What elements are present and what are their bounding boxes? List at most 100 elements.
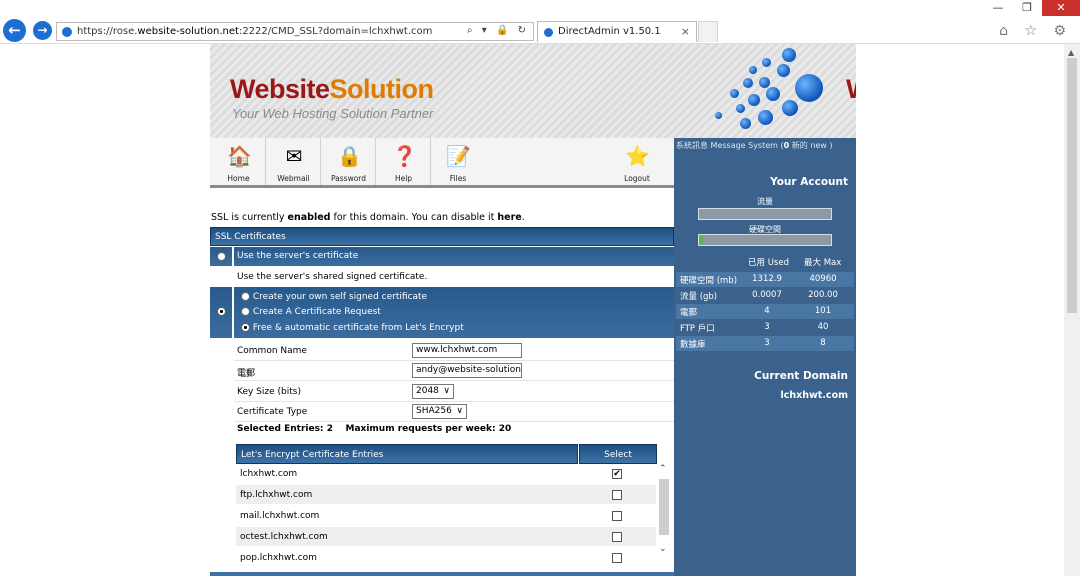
restore-button[interactable]: ❐ <box>1013 0 1041 16</box>
nav-webmail[interactable]: ✉ Webmail <box>267 138 321 185</box>
close-window-button[interactable]: ✕ <box>1042 0 1080 16</box>
table-row: mail.lchxhwt.com <box>236 506 656 526</box>
bubble-decoration <box>743 78 753 88</box>
self-signed-radio[interactable] <box>241 292 250 301</box>
padlock-icon: 🔒 <box>337 144 362 168</box>
tab-directadmin[interactable]: DirectAdmin v1.50.1 × <box>537 21 697 42</box>
forward-button[interactable]: → <box>33 21 52 40</box>
entry-checkbox[interactable] <box>612 490 622 500</box>
page-scrollbar[interactable]: ▲ <box>1064 44 1080 576</box>
server-cert-label: Use the server's certificate <box>237 251 359 261</box>
ssl-status-text: SSL is currently enabled for this domain… <box>211 212 525 223</box>
max-column-header: 最大 Max <box>804 258 842 268</box>
nav-help[interactable]: ❓ Help <box>377 138 431 185</box>
logo-repeat: W <box>846 74 856 105</box>
used-column-header: 已用 Used <box>748 258 789 268</box>
email-label: 電郵 <box>237 369 256 379</box>
tab-close-icon[interactable]: × <box>681 25 690 38</box>
table-row: ftp.lchxhwt.com <box>236 485 656 505</box>
envelope-icon: ✉ <box>285 144 303 168</box>
entries-scrollbar[interactable]: ⌃ ⌄ <box>656 464 672 576</box>
current-domain-heading: Current Domain <box>754 370 848 382</box>
server-cert-option-row: Use the server's certificate <box>210 247 674 266</box>
back-button[interactable]: ← <box>3 19 26 42</box>
certtype-label: Certificate Type <box>237 407 308 417</box>
nav-home[interactable]: 🏠 Home <box>212 138 266 185</box>
entry-checkbox[interactable] <box>612 553 622 563</box>
entry-checkbox[interactable]: ✔ <box>612 469 622 479</box>
chevron-down-icon[interactable]: ⌄ <box>659 544 667 554</box>
letsencrypt-entries-table: Let's Encrypt Certificate Entries Select… <box>236 444 672 576</box>
tab-title: DirectAdmin v1.50.1 <box>558 26 661 37</box>
keysize-select[interactable]: 2048 <box>412 384 454 399</box>
bubble-decoration <box>715 112 722 119</box>
cert-request-option[interactable]: Create A Certificate Request <box>241 307 381 317</box>
table-row: lchxhwt.com ✔ <box>236 464 656 484</box>
server-cert-desc: Use the server's shared signed certifica… <box>237 272 428 282</box>
scroll-up-icon[interactable]: ▲ <box>1068 48 1074 57</box>
letsencrypt-option[interactable]: Free & automatic certificate from Let's … <box>241 323 464 333</box>
directadmin-page: WebsiteSolution Your Web Hosting Solutio… <box>210 44 856 576</box>
bandwidth-label: 流量 <box>757 197 773 206</box>
bubble-decoration <box>795 74 823 102</box>
usage-row: 流量 (gb) 0.0007 200.00 <box>680 290 838 302</box>
scroll-thumb[interactable] <box>1067 58 1077 313</box>
url-text[interactable]: https://rose.website-solution.net:2222/C… <box>77 26 432 37</box>
nav-logout[interactable]: ⭐ Logout <box>610 138 664 185</box>
entries-summary: Selected Entries: 2 Maximum requests per… <box>237 424 512 434</box>
new-tab-button[interactable] <box>698 21 718 42</box>
bubble-decoration <box>749 66 757 74</box>
browser-chrome: ← → https://rose.website-solution.net:22… <box>0 0 1080 44</box>
account-sidebar: 系統訊息 Message System (0 新的 new ) Your Acc… <box>674 138 856 576</box>
usage-row: 電郵 4 101 <box>676 304 854 319</box>
star-icon: ⭐ <box>625 144 650 168</box>
select-column-header: Select <box>579 444 657 464</box>
usage-row: 硬碟空間 (mb) 1312.9 40960 <box>676 272 854 287</box>
logo-tagline: Your Web Hosting Solution Partner <box>232 106 434 121</box>
chevron-up-icon[interactable]: ⌃ <box>659 464 667 474</box>
server-cert-radio[interactable] <box>217 252 226 261</box>
bubble-decoration <box>777 64 790 77</box>
common-name-label: Common Name <box>237 346 307 356</box>
bubble-decoration <box>748 94 760 106</box>
ie-icon <box>62 27 72 37</box>
entry-checkbox[interactable] <box>612 511 622 521</box>
keysize-label: Key Size (bits) <box>237 387 301 397</box>
website-solution-logo: WebsiteSolution <box>230 74 434 104</box>
keysize-row: Key Size (bits) 2048 <box>234 382 674 402</box>
email-row: 電郵 andy@website-solution <box>234 361 674 381</box>
disable-ssl-link[interactable]: here <box>497 212 521 223</box>
toolbar-icons[interactable]: ⌂ ☆ ⚙ <box>999 23 1072 39</box>
entries-scroll-thumb[interactable] <box>659 479 669 535</box>
table-row: octest.lchxhwt.com <box>236 527 656 547</box>
common-name-row: Common Name www.lchxhwt.com <box>234 341 674 361</box>
bubble-decoration <box>766 87 780 101</box>
nav-files[interactable]: 📝 Files <box>431 138 485 185</box>
banner: WebsiteSolution Your Web Hosting Solutio… <box>210 44 856 138</box>
usage-row: 數據庫 3 8 <box>676 336 854 351</box>
cert-options-radio[interactable] <box>217 307 226 316</box>
entry-checkbox[interactable] <box>612 532 622 542</box>
message-system-link[interactable]: 系統訊息 Message System (0 新的 new ) <box>676 140 833 151</box>
bubble-decoration <box>762 58 771 67</box>
current-domain-value[interactable]: lchxhwt.com <box>780 390 848 401</box>
address-tools-icon[interactable]: ⌕ ▾ 🔒 ↻ <box>467 25 529 36</box>
question-icon: ❓ <box>392 144 417 168</box>
usage-row: FTP 戶口 3 40 <box>680 322 829 334</box>
common-name-input[interactable]: www.lchxhwt.com <box>412 343 522 358</box>
usage-table-header: 已用 Used 最大 Max <box>676 254 854 268</box>
certtype-select[interactable]: SHA256 <box>412 404 467 419</box>
email-input[interactable]: andy@website-solution <box>412 363 522 378</box>
bandwidth-bar <box>698 208 832 220</box>
entries-column-header: Let's Encrypt Certificate Entries <box>236 444 578 464</box>
minimize-button[interactable]: — <box>984 0 1012 16</box>
footer-strip <box>210 572 674 576</box>
house-icon: 🏠 <box>227 144 252 168</box>
address-bar[interactable]: https://rose.website-solution.net:2222/C… <box>56 22 534 41</box>
letsencrypt-radio[interactable] <box>241 323 250 332</box>
nav-password[interactable]: 🔒 Password <box>322 138 376 185</box>
cert-options-row: Create your own self signed certificate … <box>210 287 674 338</box>
table-row: pop.lchxhwt.com <box>236 548 656 568</box>
self-signed-option[interactable]: Create your own self signed certificate <box>241 292 427 302</box>
cert-request-radio[interactable] <box>241 307 250 316</box>
